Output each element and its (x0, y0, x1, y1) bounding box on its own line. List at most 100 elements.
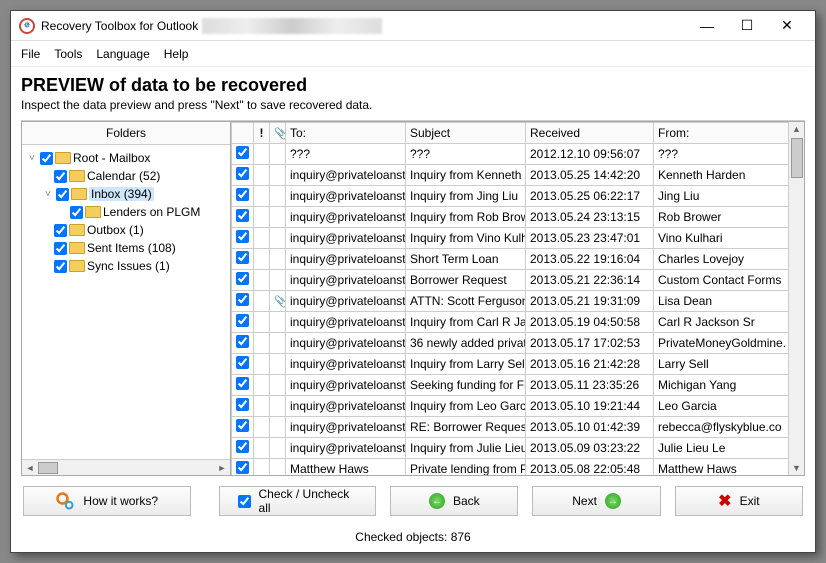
table-row[interactable]: Matthew HawsPrivate lending from Pri2013… (232, 459, 804, 476)
menu-file[interactable]: File (21, 47, 40, 61)
row-checkbox[interactable] (236, 356, 249, 369)
table-row[interactable]: inquiry@privateloansto36 newly added pri… (232, 333, 804, 354)
row-checkbox[interactable] (236, 398, 249, 411)
expand-icon[interactable]: ˅ (42, 189, 54, 200)
table-row[interactable]: inquiry@privateloanstoInquiry from Kenne… (232, 165, 804, 186)
tree-outbox[interactable]: Outbox (1) (24, 221, 228, 239)
tree-checkbox[interactable] (40, 152, 53, 165)
tree-checkbox[interactable] (54, 260, 67, 273)
col-subject[interactable]: Subject (406, 123, 526, 144)
table-row[interactable]: inquiry@privateloanstoRE: Borrower Reque… (232, 417, 804, 438)
row-to: inquiry@privateloansto (286, 312, 406, 333)
col-attachment[interactable]: 📎 (270, 123, 286, 144)
folder-tree[interactable]: ˅ Root - Mailbox Calendar (52) ˅ Inbox (… (22, 145, 230, 459)
row-checkbox[interactable] (236, 146, 249, 159)
table-row[interactable]: inquiry@privateloanstoInquiry from Larry… (232, 354, 804, 375)
paperclip-icon: 📎 (274, 296, 286, 308)
tree-inbox[interactable]: ˅ Inbox (394) (24, 185, 228, 203)
titlebar: ✵ Recovery Toolbox for Outlook — ☐ ✕ (11, 11, 815, 41)
row-checkbox[interactable] (236, 188, 249, 201)
table-row[interactable]: 📎inquiry@privateloanstoATTN: Scott Fergu… (232, 291, 804, 312)
row-checkbox[interactable] (236, 272, 249, 285)
row-received: 2013.05.10 19:21:44 (526, 396, 654, 417)
tree-hscrollbar[interactable] (22, 459, 230, 475)
table-row[interactable]: inquiry@privateloanstoInquiry from Vino … (232, 228, 804, 249)
row-checkbox[interactable] (236, 335, 249, 348)
tree-checkbox[interactable] (70, 206, 83, 219)
table-row[interactable]: inquiry@privateloanstoSeeking funding fo… (232, 375, 804, 396)
table-row[interactable]: ??????2012.12.10 09:56:07??? (232, 144, 804, 165)
table-row[interactable]: inquiry@privateloanstoInquiry from Julie… (232, 438, 804, 459)
col-from[interactable]: From: (654, 123, 804, 144)
tree-sent[interactable]: Sent Items (108) (24, 239, 228, 257)
folder-icon (69, 242, 85, 254)
table-row[interactable]: inquiry@privateloanstoInquiry from Carl … (232, 312, 804, 333)
row-subject: Inquiry from Vino Kulhar (406, 228, 526, 249)
row-received: 2013.05.19 04:50:58 (526, 312, 654, 333)
tree-checkbox[interactable] (56, 188, 69, 201)
row-checkbox[interactable] (236, 377, 249, 390)
row-from: Matthew Haws (654, 459, 804, 476)
row-flag (254, 312, 270, 333)
row-checkbox[interactable] (236, 251, 249, 264)
row-checkbox[interactable] (236, 167, 249, 180)
next-button[interactable]: Next → (532, 486, 660, 516)
table-row[interactable]: inquiry@privateloanstoInquiry from Leo G… (232, 396, 804, 417)
mail-vscrollbar[interactable] (788, 122, 804, 475)
title-blurred (202, 18, 382, 34)
row-received: 2013.05.17 17:02:53 (526, 333, 654, 354)
row-flag (254, 459, 270, 476)
row-checkbox[interactable] (236, 419, 249, 432)
row-checkbox[interactable] (236, 209, 249, 222)
col-to[interactable]: To: (286, 123, 406, 144)
close-button[interactable]: ✕ (767, 12, 807, 40)
row-from: ??? (654, 144, 804, 165)
row-checkbox[interactable] (236, 293, 249, 306)
row-attachment (270, 354, 286, 375)
menu-language[interactable]: Language (96, 47, 149, 61)
back-arrow-icon: ← (429, 493, 445, 509)
tree-calendar[interactable]: Calendar (52) (24, 167, 228, 185)
row-checkbox[interactable] (236, 440, 249, 453)
tree-checkbox[interactable] (54, 224, 67, 237)
how-it-works-button[interactable]: How it works? (23, 486, 191, 516)
app-icon: ✵ (19, 18, 35, 34)
table-row[interactable]: inquiry@privateloanstoInquiry from Rob B… (232, 207, 804, 228)
row-checkbox[interactable] (236, 230, 249, 243)
col-received[interactable]: Received (526, 123, 654, 144)
gears-icon (55, 491, 75, 511)
row-checkbox[interactable] (236, 314, 249, 327)
check-uncheck-button[interactable]: Check / Uncheck all (219, 486, 377, 516)
row-subject: Inquiry from Julie Lieu L (406, 438, 526, 459)
table-row[interactable]: inquiry@privateloanstoBorrower Request20… (232, 270, 804, 291)
row-received: 2012.12.10 09:56:07 (526, 144, 654, 165)
table-row[interactable]: inquiry@privateloanstoShort Term Loan201… (232, 249, 804, 270)
minimize-button[interactable]: — (687, 12, 727, 40)
col-check[interactable] (232, 123, 254, 144)
row-flag (254, 375, 270, 396)
tree-root[interactable]: ˅ Root - Mailbox (24, 149, 228, 167)
menu-help[interactable]: Help (164, 47, 189, 61)
folder-icon (69, 170, 85, 182)
row-received: 2013.05.11 23:35:26 (526, 375, 654, 396)
col-flag[interactable]: ! (254, 123, 270, 144)
menu-tools[interactable]: Tools (54, 47, 82, 61)
check-all-checkbox[interactable] (238, 495, 251, 508)
menubar: File Tools Language Help (11, 41, 815, 67)
exit-button[interactable]: ✖ Exit (675, 486, 803, 516)
tree-checkbox[interactable] (54, 242, 67, 255)
folder-icon (55, 152, 71, 164)
back-button[interactable]: ← Back (390, 486, 518, 516)
page-subheading: Inspect the data preview and press "Next… (11, 98, 815, 120)
tree-checkbox[interactable] (54, 170, 67, 183)
table-row[interactable]: inquiry@privateloanstoInquiry from Jing … (232, 186, 804, 207)
tree-lenders[interactable]: Lenders on PLGM (24, 203, 228, 221)
row-attachment (270, 375, 286, 396)
maximize-button[interactable]: ☐ (727, 12, 767, 40)
row-checkbox[interactable] (236, 461, 249, 474)
app-window: ✵ Recovery Toolbox for Outlook — ☐ ✕ Fil… (10, 10, 816, 553)
row-flag (254, 249, 270, 270)
row-received: 2013.05.22 19:16:04 (526, 249, 654, 270)
tree-sync[interactable]: Sync Issues (1) (24, 257, 228, 275)
expand-icon[interactable]: ˅ (26, 153, 38, 164)
